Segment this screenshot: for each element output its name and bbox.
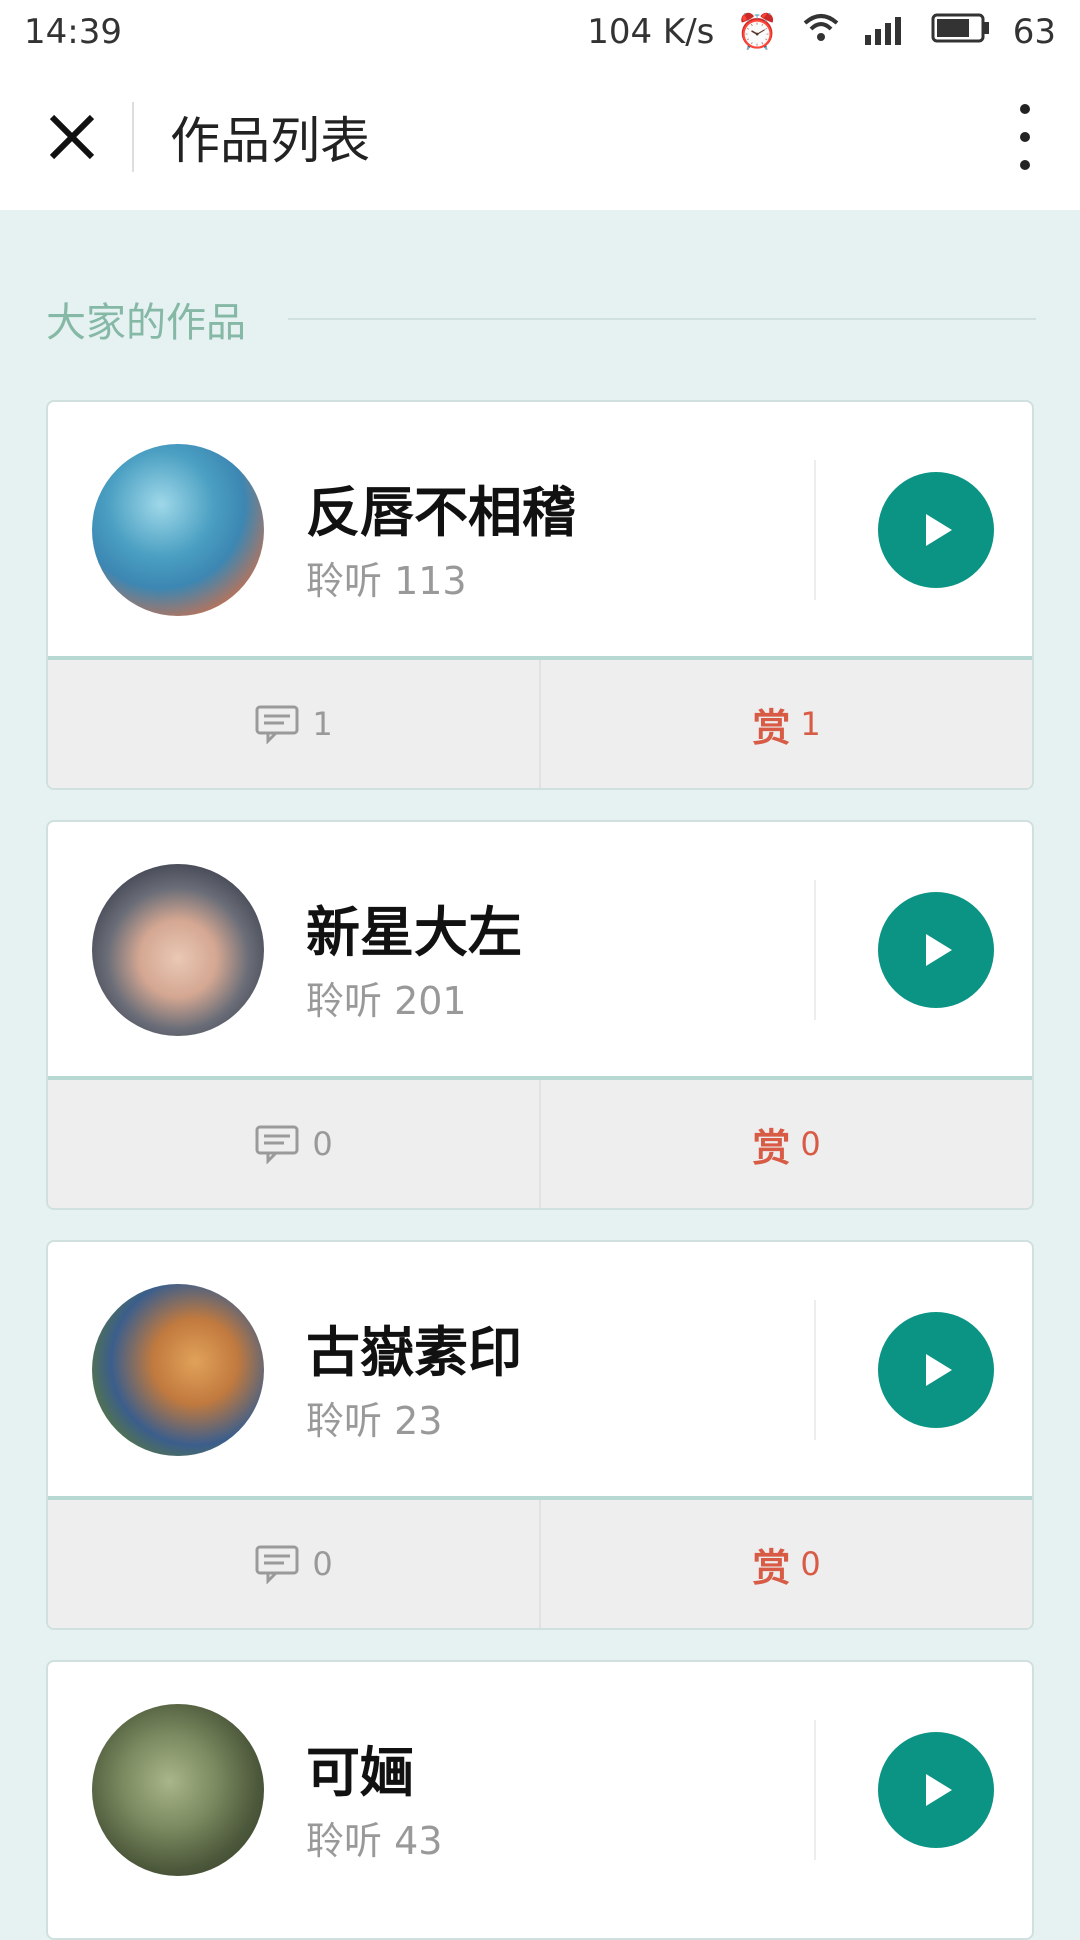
- comment-count: 0: [312, 1125, 333, 1163]
- work-title: 反唇不相稽: [306, 481, 576, 544]
- work-card: 反唇不相稽 聆听 113 1 赏 1: [46, 400, 1034, 790]
- listen-count: 聆听 23: [306, 1399, 443, 1443]
- comment-count: 1: [312, 705, 333, 743]
- comment-button[interactable]: 1: [48, 660, 539, 788]
- work-card: 可婳 聆听 43: [46, 1660, 1034, 1940]
- work-card: 古嶽素印 聆听 23 0 赏 0: [46, 1240, 1034, 1630]
- section-divider: [288, 318, 1036, 320]
- play-button[interactable]: [878, 1732, 994, 1848]
- work-card-actions: 1 赏 1: [48, 656, 1032, 788]
- 4g-signal-icon: [863, 11, 909, 54]
- work-card: 新星大左 聆听 201 0 赏 0: [46, 820, 1034, 1210]
- avatar[interactable]: [92, 444, 264, 616]
- vertical-divider: [814, 1300, 816, 1440]
- more-vertical-icon: [1020, 104, 1030, 114]
- work-card-actions: 0 赏 0: [48, 1496, 1032, 1628]
- listen-count: 聆听 201: [306, 979, 467, 1023]
- vertical-divider: [814, 1720, 816, 1860]
- network-speed: 104 K/s: [587, 12, 715, 52]
- play-button[interactable]: [878, 892, 994, 1008]
- more-button[interactable]: [1010, 104, 1040, 170]
- section-title: 大家的作品: [46, 300, 246, 346]
- page-title: 作品列表: [170, 112, 370, 170]
- reward-count: 1: [800, 705, 821, 743]
- status-time: 14:39: [24, 12, 122, 52]
- comment-icon: [255, 705, 299, 744]
- avatar[interactable]: [92, 864, 264, 1036]
- listen-count: 聆听 113: [306, 559, 467, 603]
- play-button[interactable]: [878, 472, 994, 588]
- play-icon: [926, 1774, 952, 1806]
- avatar[interactable]: [92, 1704, 264, 1876]
- play-icon: [926, 514, 952, 546]
- reward-button[interactable]: 赏 0: [539, 1080, 1032, 1208]
- comment-icon: [255, 1545, 299, 1584]
- comment-count: 0: [312, 1545, 333, 1583]
- comment-button[interactable]: 0: [48, 1080, 539, 1208]
- work-card-main[interactable]: 反唇不相稽 聆听 113: [48, 402, 1032, 660]
- alarm-icon: ⏰: [736, 12, 779, 52]
- work-title: 可婳: [306, 1741, 414, 1804]
- work-card-main[interactable]: 古嶽素印 聆听 23: [48, 1242, 1032, 1500]
- section-header: 大家的作品: [46, 290, 1036, 348]
- work-card-actions: 0 赏 0: [48, 1076, 1032, 1208]
- work-title: 古嶽素印: [306, 1321, 522, 1384]
- reward-count: 0: [800, 1125, 821, 1163]
- reward-label: 赏: [752, 1545, 791, 1590]
- reward-label: 赏: [752, 1125, 791, 1170]
- close-icon: [49, 114, 95, 160]
- reward-count: 0: [800, 1545, 821, 1583]
- appbar-divider: [132, 102, 134, 172]
- status-right: 104 K/s ⏰ 63: [587, 11, 1056, 54]
- work-title: 新星大左: [306, 901, 522, 964]
- play-icon: [926, 934, 952, 966]
- listen-count: 聆听 43: [306, 1819, 443, 1863]
- reward-button[interactable]: 赏 1: [539, 660, 1032, 788]
- work-card-main[interactable]: 新星大左 聆听 201: [48, 822, 1032, 1080]
- vertical-divider: [814, 880, 816, 1020]
- comment-button[interactable]: 0: [48, 1500, 539, 1628]
- avatar[interactable]: [92, 1284, 264, 1456]
- battery-level: 63: [1012, 12, 1056, 52]
- reward-button[interactable]: 赏 0: [539, 1500, 1032, 1628]
- work-card-main[interactable]: 可婳 聆听 43: [48, 1662, 1032, 1920]
- wifi-icon: [801, 12, 841, 52]
- comment-icon: [255, 1125, 299, 1164]
- play-icon: [926, 1354, 952, 1386]
- app-bar: 作品列表: [0, 64, 1080, 210]
- play-button[interactable]: [878, 1312, 994, 1428]
- reward-label: 赏: [752, 705, 791, 750]
- close-button[interactable]: [12, 64, 132, 210]
- status-bar: 14:39 104 K/s ⏰ 63: [0, 0, 1080, 64]
- vertical-divider: [814, 460, 816, 600]
- battery-icon: [931, 12, 991, 52]
